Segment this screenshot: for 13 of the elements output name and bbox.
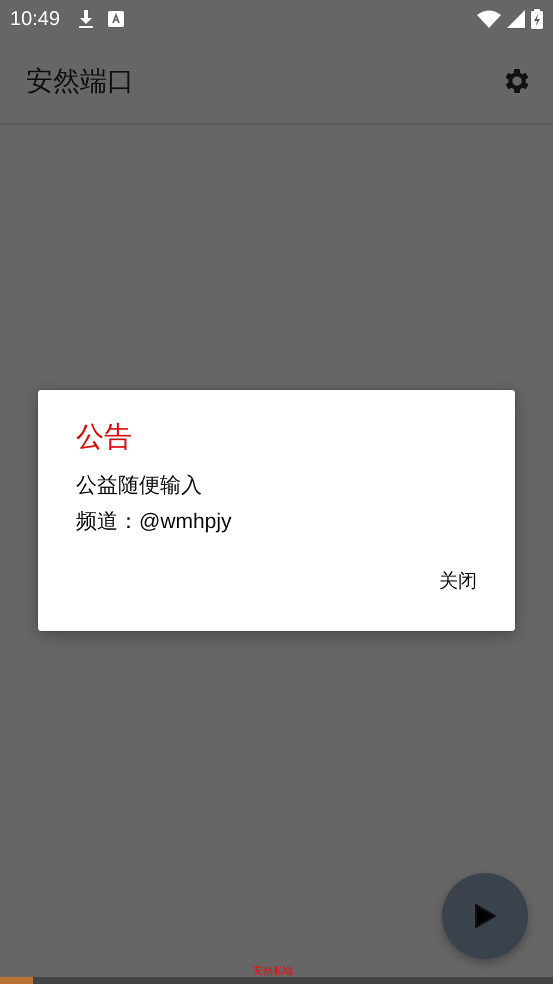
wifi-icon <box>477 10 501 28</box>
play-icon <box>473 903 497 929</box>
dialog-message: 公益随便输入 <box>76 473 203 499</box>
dialog-title: 公告 <box>76 419 133 455</box>
app-title: 安然端口 <box>26 64 134 98</box>
close-button[interactable]: 关闭 <box>431 560 485 602</box>
keyboard-icon <box>108 11 124 27</box>
footer-label: 安然私端 <box>253 966 293 977</box>
battery-icon <box>531 9 543 29</box>
signal-icon <box>507 10 525 28</box>
download-icon <box>78 9 94 29</box>
dialog-message: 频道：@wmhpjy <box>76 509 233 535</box>
status-time: 10:49 <box>10 8 60 30</box>
